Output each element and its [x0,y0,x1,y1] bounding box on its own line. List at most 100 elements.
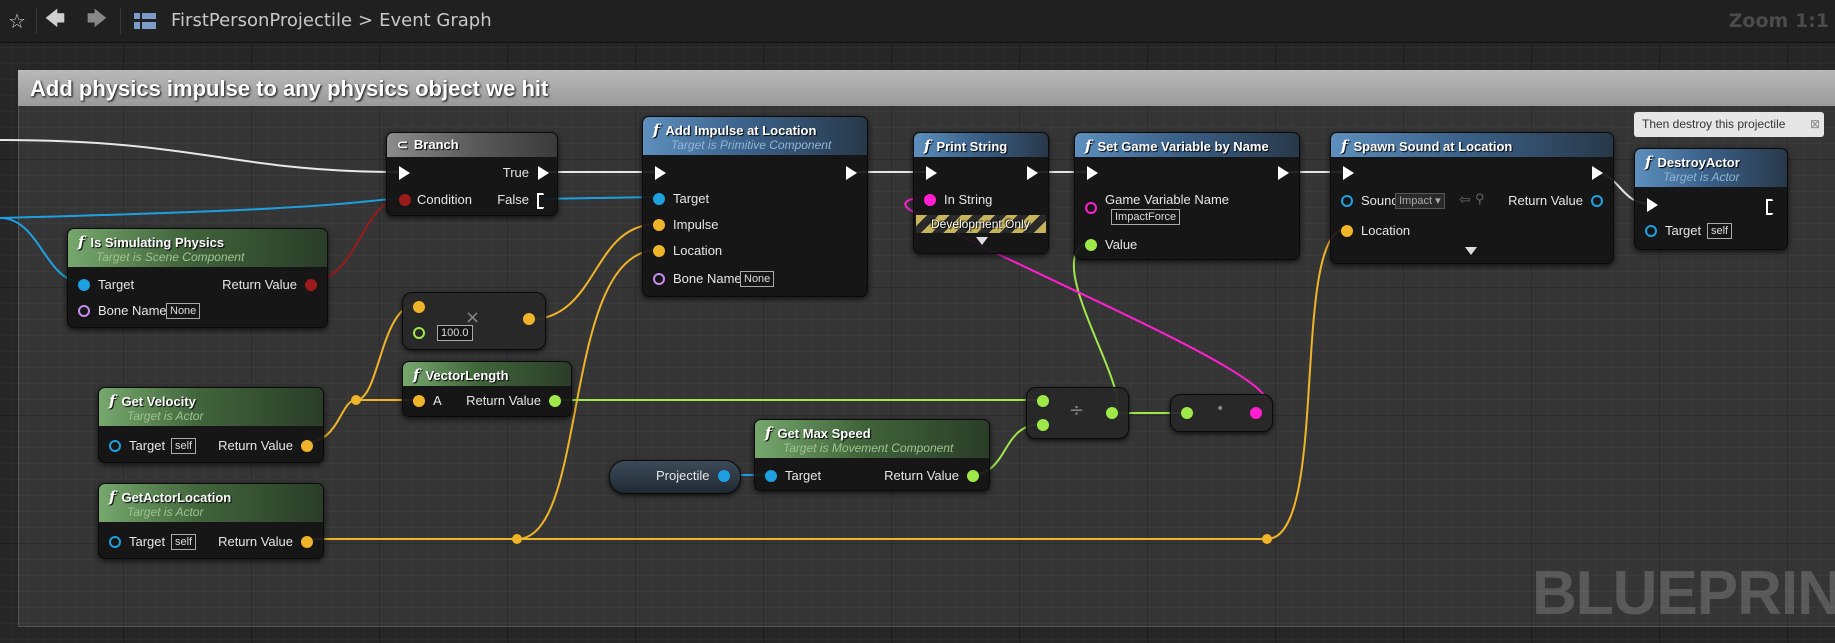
projectile-variable-node[interactable]: Projectile [609,460,741,494]
sound-pin[interactable] [1341,195,1353,207]
bone-name-pin[interactable] [653,273,665,285]
float-to-string-node[interactable]: • [1170,394,1273,432]
sound-asset-dropdown[interactable]: Impact ▾ [1395,193,1445,209]
browse-search-icon[interactable]: ⚲ [1475,191,1485,207]
location-label: Location [1361,223,1411,238]
sound-asset-value: Impact [1399,195,1433,207]
game-variable-name-field[interactable]: ImpactForce [1111,209,1181,225]
node-title: Set Game Variable by Name [1097,139,1269,154]
divide-out-pin[interactable] [1106,407,1118,419]
target-self-field[interactable]: self [171,438,197,454]
target-self-field[interactable]: self [171,534,197,550]
multiply-b-field[interactable]: 100.0 [437,325,473,341]
vector-length-node[interactable]: f VectorLength A Return Value [402,361,572,417]
add-impulse-at-location-node[interactable]: f Add Impulse at Location Target is Primi… [642,116,868,297]
function-icon: f [413,366,420,384]
exec-in-pin[interactable] [399,166,410,180]
exec-in-pin[interactable] [1087,166,1098,180]
target-label: Target [129,534,166,549]
exec-in-pin[interactable] [655,166,666,180]
set-game-variable-node[interactable]: f Set Game Variable by Name Game Variable… [1074,132,1300,260]
in-string-pin[interactable] [924,194,936,206]
node-header: f Print String [914,133,1048,157]
a-pin[interactable] [413,395,425,407]
exec-in-pin[interactable] [1647,198,1658,212]
expand-arrow-icon[interactable] [1465,247,1477,255]
return-value-label: Return Value [218,534,293,549]
false-label: False [497,192,529,207]
get-actor-location-node[interactable]: f GetActorLocation Target is Actor Target… [98,483,324,559]
multiply-out-pin[interactable] [523,313,535,325]
spawn-sound-at-location-node[interactable]: f Spawn Sound at Location Sound Impact ▾ … [1330,132,1614,264]
location-pin[interactable] [653,245,665,257]
comment-bubble-text: Then destroy this projectile [1642,117,1786,131]
exec-out-pin[interactable] [846,166,857,180]
game-variable-name-pin[interactable] [1085,202,1097,214]
function-icon: f [1645,153,1652,171]
return-value-label: Return Value [466,393,541,408]
target-pin[interactable] [1645,225,1657,237]
bone-name-field[interactable]: None [740,271,775,287]
return-value-pin[interactable] [301,440,313,452]
exec-in-pin[interactable] [926,166,937,180]
return-value-pin[interactable] [549,395,561,407]
node-title: DestroyActor [1657,155,1740,170]
return-value-pin[interactable] [967,470,979,482]
target-pin[interactable] [78,279,90,291]
value-pin[interactable] [1085,239,1097,251]
exec-out-pin[interactable] [1766,199,1777,215]
target-pin[interactable] [765,470,777,482]
print-string-node[interactable]: f Print String In String [913,132,1049,254]
exec-out-pin[interactable] [1592,166,1603,180]
pin-bubble-icon[interactable]: ⊠ [1810,112,1820,137]
node-subtitle: Target is Movement Component [783,441,954,455]
reroute-knot [1262,534,1272,544]
false-exec-pin[interactable] [537,193,548,209]
is-simulating-physics-node[interactable]: f Is Simulating Physics Target is Scene C… [67,228,328,328]
condition-pin[interactable] [399,194,411,206]
branch-node[interactable]: ⊂ Branch True Condition False [386,132,558,216]
target-label: Target [1665,223,1702,238]
projectile-label: Projectile [656,468,710,483]
node-header: f Get Velocity Target is Actor [99,388,323,426]
bone-name-pin[interactable] [78,305,90,317]
get-max-speed-node[interactable]: f Get Max Speed Target is Movement Compon… [754,419,990,491]
impulse-pin[interactable] [653,219,665,231]
expand-arrow-icon[interactable] [976,237,988,245]
target-pin[interactable] [109,536,121,548]
multiply-b-pin[interactable] [413,327,425,339]
use-asset-arrow-icon[interactable]: ⇦ [1459,191,1471,208]
location-pin[interactable] [1341,225,1353,237]
return-value-pin[interactable] [1591,195,1603,207]
function-icon: f [1341,137,1348,155]
true-label: True [502,165,529,180]
branch-icon: ⊂ [397,137,408,152]
divide-b-pin[interactable] [1037,419,1049,431]
return-value-pin[interactable] [305,279,317,291]
convert-out-pin[interactable] [1250,407,1262,419]
object-wire [0,197,401,219]
multiply-a-pin[interactable] [413,301,425,313]
target-self-field[interactable]: self [1707,223,1733,239]
function-icon: f [109,392,116,410]
node-header: f Get Max Speed Target is Movement Compon… [755,420,989,458]
get-velocity-node[interactable]: f Get Velocity Target is Actor Target sel… [98,387,324,463]
multiply-node[interactable]: × 100.0 [402,292,546,350]
divide-a-pin[interactable] [1037,395,1049,407]
exec-wire [0,139,403,173]
exec-out-pin[interactable] [1278,166,1289,180]
vector-wire [1266,228,1347,540]
convert-in-pin[interactable] [1181,407,1193,419]
true-exec-pin[interactable] [538,166,549,180]
bone-name-field[interactable]: None [166,303,201,319]
target-pin[interactable] [653,193,665,205]
divide-node[interactable]: ÷ [1026,387,1129,439]
node-header: f Spawn Sound at Location [1331,133,1613,157]
exec-out-pin[interactable] [1027,166,1038,180]
return-value-pin[interactable] [301,536,313,548]
exec-in-pin[interactable] [1343,166,1354,180]
destroy-actor-node[interactable]: f DestroyActor Target is Actor Target sel… [1634,148,1788,250]
return-value-label: Return Value [884,468,959,483]
projectile-out-pin[interactable] [718,470,730,482]
target-pin[interactable] [109,440,121,452]
